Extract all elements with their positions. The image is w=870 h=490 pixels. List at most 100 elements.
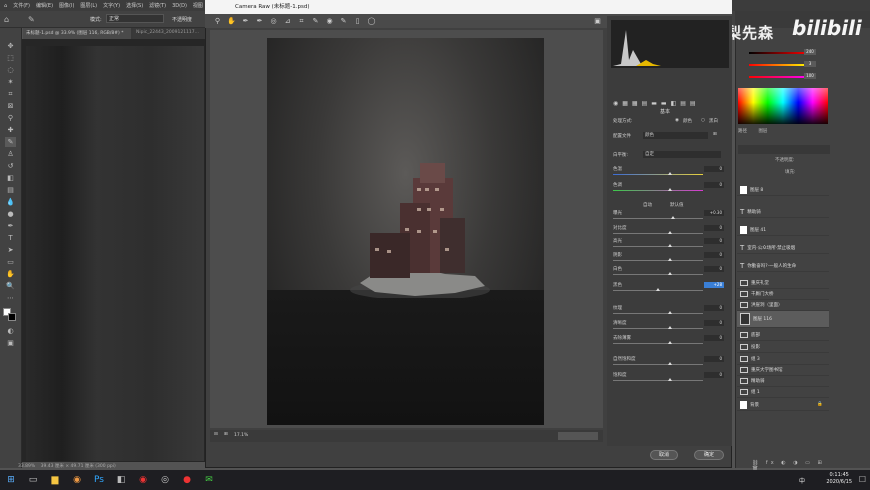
- layer-filter-bar[interactable]: [738, 145, 830, 154]
- slider-thumb[interactable]: [668, 244, 672, 247]
- slider-thumb[interactable]: [668, 188, 672, 191]
- zoom-out-icon[interactable]: ⊟: [214, 432, 218, 437]
- layer-row[interactable]: T 室内·公众场所·禁止吸烟: [737, 242, 829, 254]
- ok-button[interactable]: 确定: [694, 450, 724, 460]
- slider-value[interactable]: 0: [704, 305, 724, 311]
- slider-value[interactable]: 0: [704, 372, 724, 378]
- layer-actions[interactable]: ⛓ fx ◐ ◑ ▭ ⊞ 🗑: [752, 460, 832, 472]
- slider-value[interactable]: +28: [704, 282, 724, 288]
- view-mode-buttons[interactable]: [558, 432, 598, 440]
- slider-track[interactable]: [613, 380, 703, 381]
- slider-value[interactable]: 0: [704, 238, 724, 244]
- slider-value[interactable]: 0: [704, 182, 724, 188]
- default-button[interactable]: 默认值: [670, 202, 684, 208]
- brush-icon[interactable]: ✎: [28, 15, 35, 24]
- crop-icon[interactable]: ⌗: [297, 17, 306, 26]
- tab-paths[interactable]: 路径: [738, 129, 747, 134]
- mode-select[interactable]: 正常: [106, 14, 164, 23]
- background-color-swatch[interactable]: [8, 313, 16, 321]
- slider-thumb[interactable]: [668, 311, 672, 314]
- layer-row[interactable]: 图层 8: [737, 184, 829, 196]
- slider-track[interactable]: [613, 233, 703, 234]
- color-sampler-icon[interactable]: ✒: [255, 17, 264, 25]
- gradient-icon[interactable]: ▤: [5, 185, 16, 195]
- netease-music-icon[interactable]: ◉: [132, 470, 154, 490]
- slider-thumb[interactable]: [668, 341, 672, 344]
- color-slider-r[interactable]: 240: [741, 49, 821, 55]
- layer-row[interactable]: 底部: [737, 329, 829, 341]
- shape-tool-icon[interactable]: ▭: [5, 257, 16, 267]
- slider-track[interactable]: [613, 313, 703, 314]
- zoom-in-icon[interactable]: ⊞: [224, 432, 228, 437]
- pen-tool-icon[interactable]: ✒: [5, 221, 16, 231]
- radial-filter-icon[interactable]: ◯: [367, 17, 376, 25]
- menu-image[interactable]: 图像(I): [59, 2, 74, 9]
- color-value-b[interactable]: 100: [804, 73, 816, 79]
- slider-track[interactable]: [613, 246, 703, 247]
- healing-icon[interactable]: ✚: [5, 125, 16, 135]
- screen-mode-icon[interactable]: ▣: [5, 338, 16, 348]
- layer-row[interactable]: 组 1: [737, 386, 829, 398]
- slider-thumb[interactable]: [671, 216, 675, 219]
- slider-thumb[interactable]: [656, 288, 660, 291]
- color-value-g[interactable]: 3: [804, 61, 816, 67]
- ps-home-icon[interactable]: ⌂: [4, 3, 7, 9]
- slider-track[interactable]: [613, 343, 703, 344]
- filter-icon[interactable]: ▯: [353, 17, 362, 25]
- task-view-icon[interactable]: ▭: [22, 470, 44, 490]
- tab-document-2[interactable]: Nipic_22443_2009121117...: [133, 28, 205, 39]
- quick-select-icon[interactable]: ✶: [5, 77, 16, 87]
- history-brush-icon[interactable]: ↺: [5, 161, 16, 171]
- red-eye-icon[interactable]: ◉: [325, 17, 334, 25]
- windows-start-icon[interactable]: ⊞: [0, 470, 22, 490]
- slider-value[interactable]: 0: [704, 266, 724, 272]
- photoshop-icon[interactable]: Ps: [88, 470, 110, 490]
- menu-file[interactable]: 文件(F): [13, 2, 30, 9]
- slider-track[interactable]: [613, 260, 703, 261]
- slider-track[interactable]: [613, 190, 703, 191]
- menu-edit[interactable]: 编辑(E): [36, 2, 53, 9]
- file-explorer-icon[interactable]: ▆: [44, 470, 66, 490]
- color-slider-b[interactable]: 100: [741, 73, 821, 79]
- chrome-icon[interactable]: ◉: [66, 470, 88, 490]
- menu-type[interactable]: 文字(Y): [103, 2, 120, 9]
- menu-filter[interactable]: 滤镜(T): [149, 2, 166, 9]
- straighten-icon[interactable]: ⊿: [283, 17, 292, 25]
- hand-tool-icon[interactable]: ✋: [5, 269, 16, 279]
- menu-view[interactable]: 视图: [193, 2, 203, 9]
- marquee-tool-icon[interactable]: ⬚: [5, 53, 16, 63]
- path-select-icon[interactable]: ➤: [5, 245, 16, 255]
- treatment-color[interactable]: 颜色: [683, 118, 692, 124]
- menu-select[interactable]: 选择(S): [126, 2, 143, 9]
- layer-row[interactable]: 图层 41: [737, 224, 829, 236]
- layer-row-selected[interactable]: 图层 116: [737, 311, 829, 328]
- slider-value[interactable]: 0: [704, 356, 724, 362]
- slider-thumb[interactable]: [668, 326, 672, 329]
- move-tool-icon[interactable]: ✥: [5, 41, 16, 51]
- treatment-bw[interactable]: 黑白: [709, 118, 718, 124]
- slider-track[interactable]: [613, 364, 703, 365]
- slider-value[interactable]: 0: [704, 225, 724, 231]
- layer-row[interactable]: 背景 🔒: [737, 399, 829, 411]
- ps-document-canvas[interactable]: [26, 46, 204, 461]
- type-tool-icon[interactable]: T: [5, 233, 16, 243]
- slider-thumb[interactable]: [668, 272, 672, 275]
- auto-button[interactable]: 自动: [643, 202, 652, 208]
- tab-document-1[interactable]: 未标题-1.psd @ 33.9% (图层 116, RGB/8#) *: [23, 28, 131, 39]
- color-slider-g[interactable]: 3: [741, 61, 821, 67]
- slider-thumb[interactable]: [668, 231, 672, 234]
- wechat-icon[interactable]: ✉: [198, 470, 220, 490]
- white-balance-icon[interactable]: ✒: [241, 17, 250, 25]
- slider-value[interactable]: 0: [704, 166, 724, 172]
- zoom-tool-icon[interactable]: 🔍: [5, 281, 16, 291]
- brush-tool-icon[interactable]: ✎: [5, 137, 16, 147]
- brush-icon[interactable]: ✎: [339, 17, 348, 25]
- eraser-icon[interactable]: ◧: [5, 173, 16, 183]
- cancel-button[interactable]: 取消: [650, 450, 678, 460]
- home-icon[interactable]: ⌂: [4, 15, 9, 24]
- quick-mask-icon[interactable]: ◐: [5, 326, 16, 336]
- panel-tab-icons[interactable]: ◉▦▦▤▬▬◧▤▤: [613, 100, 728, 107]
- camera-icon[interactable]: ◎: [154, 470, 176, 490]
- slider-value[interactable]: +0.30: [704, 210, 724, 216]
- slider-track[interactable]: [613, 328, 703, 329]
